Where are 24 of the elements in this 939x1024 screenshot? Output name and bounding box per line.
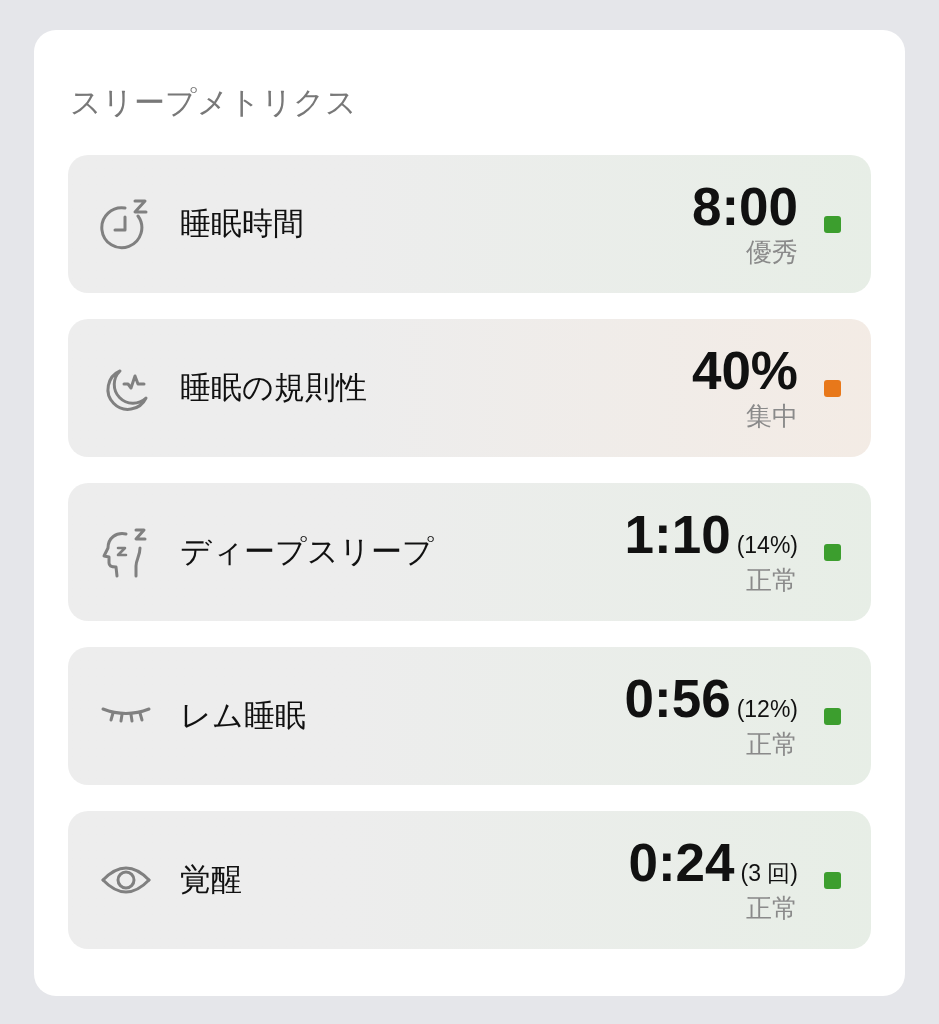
metric-detail: (14%) (736, 532, 798, 559)
status-text: 優秀 (746, 236, 798, 269)
metric-label: 睡眠時間 (180, 205, 304, 243)
metric-detail: (12%) (736, 696, 798, 723)
metric-row[interactable]: 睡眠時間 8:00 優秀 (68, 155, 871, 293)
metric-row[interactable]: ディープスリープ 1:10(14%) 正常 (68, 483, 871, 621)
status-text: 正常 (746, 728, 798, 761)
metric-label: ディープスリープ (180, 533, 434, 571)
metric-value: 1:10 (624, 507, 731, 563)
status-text: 集中 (746, 400, 798, 433)
metric-label: 覚醒 (180, 861, 242, 899)
metric-label: 睡眠の規則性 (180, 369, 367, 407)
metric-value: 0:24 (628, 835, 735, 891)
status-text: 正常 (746, 892, 798, 925)
metric-value: 8:00 (691, 179, 798, 235)
metric-row[interactable]: 覚醒 0:24(3 回) 正常 (68, 811, 871, 949)
metric-value: 40% (691, 343, 798, 399)
section-title: スリープメトリクス (70, 84, 358, 122)
metric-row[interactable]: 睡眠の規則性 40% 集中 (68, 319, 871, 457)
metric-row[interactable]: レム睡眠 0:56(12%) 正常 (68, 647, 871, 785)
metric-label: レム睡眠 (180, 697, 306, 735)
metric-value: 0:56 (624, 671, 731, 727)
status-text: 正常 (746, 564, 798, 597)
metric-detail: (3 回) (740, 859, 798, 888)
